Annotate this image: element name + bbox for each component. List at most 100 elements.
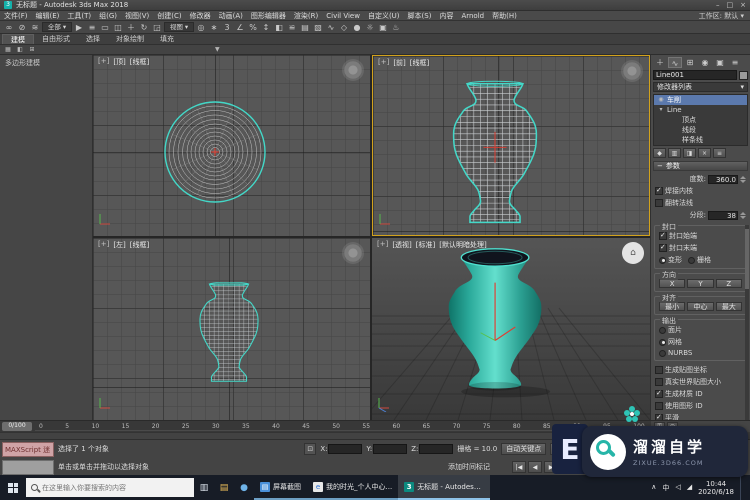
direction-x-button[interactable]: X: [659, 279, 685, 288]
browser-icon[interactable]: ●: [234, 475, 254, 500]
viewport-perspective[interactable]: [+] [透视] [标准] [默认明暗处理] ⌂: [372, 238, 650, 420]
cap-end-checkbox[interactable]: [659, 244, 667, 252]
utilities-tab[interactable]: ≡: [728, 57, 742, 68]
weld-core-checkbox[interactable]: [655, 187, 663, 195]
menu-item[interactable]: 修改器: [186, 11, 215, 21]
menu-item[interactable]: 自定义(U): [364, 11, 404, 21]
go-to-start-button[interactable]: |◀: [512, 461, 526, 473]
menu-item[interactable]: 帮助(H): [488, 11, 521, 21]
maxscript-mini-listener[interactable]: MAXScript 迷: [2, 442, 54, 457]
segments-spinner[interactable]: [740, 212, 746, 219]
stack-row-line[interactable]: ▾ Line: [654, 105, 747, 115]
window-crossing-icon[interactable]: ◫: [112, 22, 124, 33]
stack-row-spline[interactable]: 样条线: [654, 135, 747, 145]
view-cube-home-icon[interactable]: ⌂: [622, 242, 644, 264]
coord-y-field[interactable]: [373, 444, 407, 454]
segments-field[interactable]: 38: [708, 211, 738, 220]
output-patch-radio[interactable]: [659, 327, 666, 334]
coord-z-field[interactable]: [419, 444, 453, 454]
curve-editor-icon[interactable]: ∿: [325, 22, 337, 33]
use-shape-ids-checkbox[interactable]: [655, 402, 663, 410]
modifier-list-dropdown[interactable]: 修改器列表▾: [653, 82, 748, 92]
viewport-menu-general[interactable]: [+]: [377, 240, 388, 250]
taskbar-clock[interactable]: 10:44 2020/6/18: [698, 480, 734, 496]
percent-snap-icon[interactable]: %: [247, 22, 259, 33]
rect-region-icon[interactable]: ▭: [99, 22, 111, 33]
menu-item[interactable]: 编辑(E): [32, 11, 64, 21]
flip-normals-checkbox[interactable]: [655, 199, 663, 207]
time-slider-handle[interactable]: 0/100: [2, 422, 32, 431]
menu-item[interactable]: Civil View: [322, 12, 364, 20]
material-editor-icon[interactable]: ●: [351, 22, 363, 33]
viewport-menu-pov[interactable]: [透视]: [392, 240, 411, 250]
view-cube[interactable]: [621, 60, 643, 82]
view-cube[interactable]: [342, 59, 364, 81]
pin-stack-icon[interactable]: ◆: [653, 148, 666, 158]
ribbon-tool-icon[interactable]: ▦: [3, 46, 13, 54]
menu-item[interactable]: 创建(C): [153, 11, 185, 21]
viewport-menu-pov[interactable]: [左]: [113, 240, 125, 250]
viewport-top[interactable]: [+] [顶] [线框]: [93, 55, 370, 236]
start-button[interactable]: [0, 475, 26, 500]
panel-scrollbar[interactable]: [745, 225, 749, 420]
render-setup-icon[interactable]: ☼: [364, 22, 376, 33]
parameters-rollout-header[interactable]: − 参数: [653, 161, 748, 171]
network-icon[interactable]: ◢: [687, 483, 692, 493]
use-pivot-icon[interactable]: ◎: [195, 22, 207, 33]
viewport-menu-general[interactable]: [+]: [98, 240, 109, 250]
stack-row-segment[interactable]: 线段: [654, 125, 747, 135]
ime-indicator[interactable]: 中: [662, 483, 669, 493]
ribbon-tab-object-paint[interactable]: 对象绘制: [108, 34, 152, 44]
direction-y-button[interactable]: Y: [687, 279, 713, 288]
notification-center[interactable]: [740, 475, 748, 500]
spinner-snap-icon[interactable]: ↕: [260, 22, 272, 33]
viewport-menu-pov[interactable]: [前]: [393, 58, 405, 68]
maximize-button[interactable]: □: [727, 1, 734, 9]
ref-coord-dropdown[interactable]: 视图 ▾: [164, 22, 194, 32]
selection-filter-dropdown[interactable]: 全部 ▾: [42, 22, 72, 32]
object-name-field[interactable]: Line001: [653, 70, 737, 80]
morph-radio[interactable]: [659, 257, 666, 264]
mirror-icon[interactable]: ◧: [273, 22, 285, 33]
menu-item[interactable]: 内容: [435, 11, 457, 21]
align-max-button[interactable]: 最大: [716, 302, 742, 311]
taskbar-item-browser[interactable]: e 我的时光_个人中心...: [307, 475, 398, 500]
search-input[interactable]: [42, 484, 189, 492]
task-view-icon[interactable]: ▥: [194, 475, 214, 500]
align-center-button[interactable]: 中心: [687, 302, 713, 311]
stack-row-vertex[interactable]: 顶点: [654, 115, 747, 125]
hierarchy-tab[interactable]: ⊞: [683, 57, 697, 68]
menu-item[interactable]: 图形编辑器: [247, 11, 290, 21]
menu-item[interactable]: 组(G): [95, 11, 121, 21]
menu-item[interactable]: 工具(T): [63, 11, 95, 21]
unlink-icon[interactable]: ⊘: [16, 22, 28, 33]
taskbar-item-3dsmax[interactable]: 3 无标题 - Autodesk...: [398, 475, 490, 500]
output-mesh-radio[interactable]: [659, 339, 666, 346]
modify-tab[interactable]: ∿: [668, 57, 682, 68]
ribbon-collapse-icon[interactable]: ▼: [215, 46, 220, 53]
ribbon-tab-populate[interactable]: 填充: [152, 34, 182, 44]
select-manipulate-icon[interactable]: ∗: [208, 22, 220, 33]
ribbon-panel-title[interactable]: 多边形建模: [0, 55, 92, 71]
minimize-button[interactable]: –: [716, 1, 720, 9]
display-tab[interactable]: ▣: [713, 57, 727, 68]
move-icon[interactable]: ＋: [125, 22, 137, 33]
viewport-menu-pov[interactable]: [顶]: [113, 57, 125, 67]
select-by-name-icon[interactable]: ≡: [86, 22, 98, 33]
coord-x-field[interactable]: [328, 444, 362, 454]
schematic-view-icon[interactable]: ◇: [338, 22, 350, 33]
viewport-menu-shading[interactable]: [线框]: [410, 58, 429, 68]
ribbon-tool-icon[interactable]: ◧: [15, 46, 25, 54]
auto-key-button[interactable]: 自动关键点: [501, 443, 546, 455]
render-icon[interactable]: ♨: [390, 22, 402, 33]
cap-start-checkbox[interactable]: [659, 232, 667, 240]
align-min-button[interactable]: 最小: [659, 302, 685, 311]
viewport-menu-general[interactable]: [+]: [378, 58, 389, 68]
scene-explorer-icon[interactable]: ▤: [299, 22, 311, 33]
select-link-icon[interactable]: ∞: [3, 22, 15, 33]
close-button[interactable]: ×: [740, 1, 746, 9]
snap-toggle-icon[interactable]: 3: [221, 22, 233, 33]
taskbar-search[interactable]: [26, 478, 194, 497]
direction-z-button[interactable]: Z: [716, 279, 742, 288]
ribbon-tab-selection[interactable]: 选择: [78, 34, 108, 44]
